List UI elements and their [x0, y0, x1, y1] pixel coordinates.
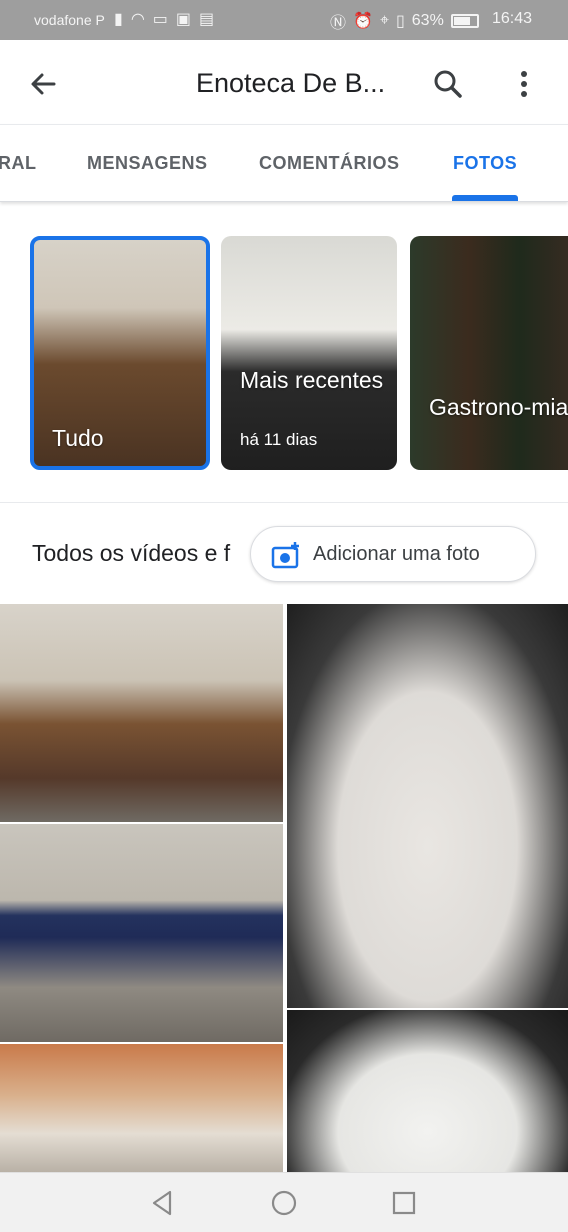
battery-icon [450, 14, 479, 28]
system-nav-bar [0, 1172, 568, 1232]
more-vert-icon [521, 71, 527, 97]
album-label: Mais recentes [240, 367, 384, 393]
album-sub-label: há 11 dias [240, 430, 318, 449]
app-bar: Enoteca De B... [0, 40, 568, 124]
section-divider [0, 502, 568, 503]
add-photo-label: Adicionar uma foto [313, 543, 480, 565]
tab-mensagens[interactable]: MENSAGENS [87, 153, 208, 174]
alarm-icon: ⏰ [353, 13, 373, 30]
circle-home-icon [271, 1190, 297, 1216]
album-card-gastronomia[interactable]: Gastrono-mia [410, 236, 568, 470]
album-card-tudo[interactable]: Tudo [30, 236, 210, 470]
tab-bar: RAL MENSAGENS COMENTÁRIOS FOTOS [0, 124, 568, 202]
tab-geral[interactable]: RAL [0, 153, 37, 174]
album-label: Tudo [52, 425, 104, 451]
arrow-left-icon [31, 73, 56, 95]
battery-percent: 63% [411, 12, 444, 29]
photo-dish-fish[interactable] [287, 604, 568, 1008]
tab-fotos[interactable]: FOTOS [453, 153, 517, 174]
album-card-recent[interactable]: Mais recentes há 11 dias [221, 236, 397, 470]
nav-home-button[interactable] [268, 1187, 300, 1219]
more-options-button[interactable] [506, 64, 542, 104]
notification-icon: ▤ [199, 11, 215, 28]
image-icon: ▣ [175, 11, 192, 28]
nfc-icon: Ⓝ [330, 15, 347, 32]
status-icons-right: Ⓝ ⏰ ⌖ ▯ 63% [330, 9, 479, 33]
signal-icon: ▮ [114, 11, 123, 28]
add-photo-icon [271, 542, 299, 569]
nav-back-button[interactable] [146, 1187, 178, 1219]
vibrate-icon: ▯ [395, 13, 405, 30]
laptop-icon: ▭ [152, 11, 168, 28]
tab-comentarios[interactable]: COMENTÁRIOS [259, 153, 400, 174]
photo-restaurant-interior[interactable] [0, 604, 283, 822]
search-icon [434, 70, 462, 98]
add-photo-button[interactable]: Adicionar uma foto [250, 526, 536, 582]
page-title: Enoteca De B... [196, 68, 386, 98]
square-recents-icon [392, 1191, 416, 1215]
photo-dish-octopus[interactable] [287, 1010, 568, 1172]
section-title: Todos os vídeos e f [32, 540, 231, 566]
location-icon: ⌖ [379, 12, 389, 29]
photo-storefront[interactable] [0, 824, 283, 1042]
search-button[interactable] [428, 64, 468, 104]
status-icons-left: ▮ ◠ ▭ ▣ ▤ [114, 9, 214, 29]
triangle-back-icon [152, 1190, 172, 1216]
active-tab-indicator [452, 195, 518, 201]
status-bar: vodafone P ▮ ◠ ▭ ▣ ▤ Ⓝ ⏰ ⌖ ▯ 63% 16:43 [0, 0, 568, 40]
carrier-label: vodafone P [34, 12, 105, 28]
photo-bar-interior[interactable] [0, 1044, 283, 1172]
clock: 16:43 [492, 10, 533, 27]
wifi-icon: ◠ [130, 11, 145, 28]
nav-recents-button[interactable] [388, 1187, 420, 1219]
album-label: Gastrono-mia [429, 394, 568, 420]
back-button[interactable] [24, 64, 64, 104]
